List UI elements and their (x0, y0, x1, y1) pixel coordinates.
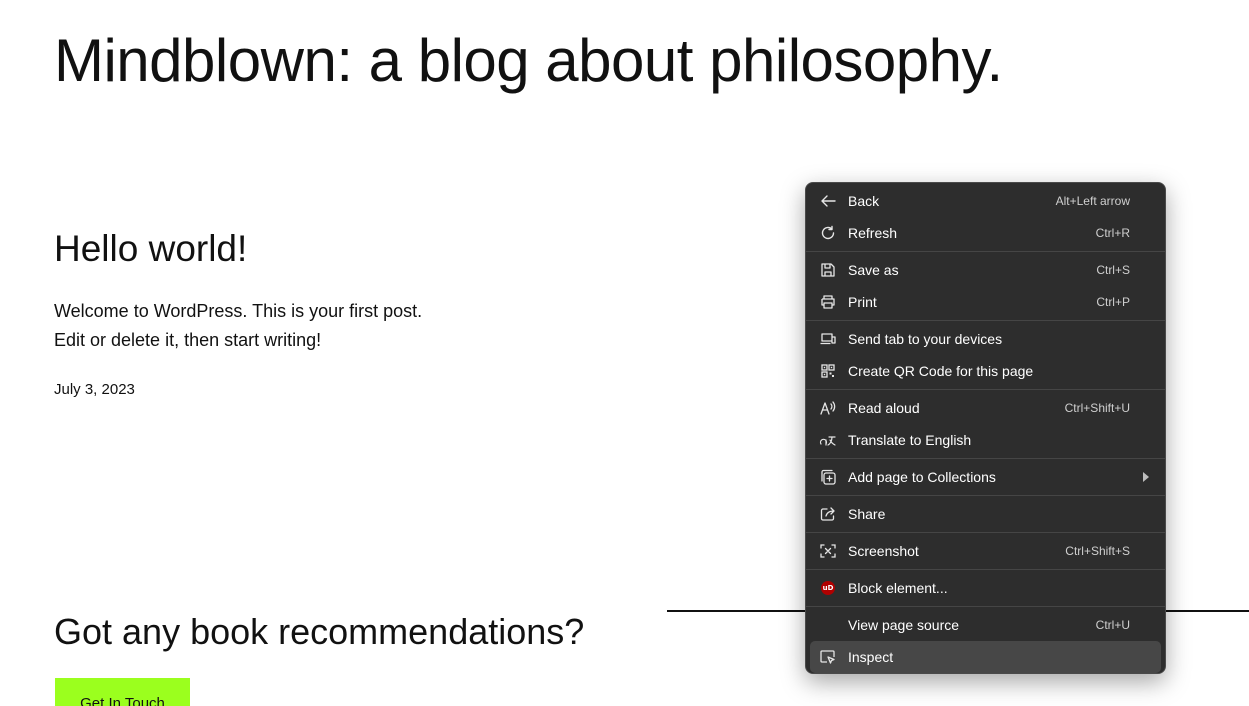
menu-divider (806, 569, 1165, 570)
menu-item-shortcut: Ctrl+Shift+U (1064, 401, 1130, 415)
menu-item-shortcut: Ctrl+U (1095, 618, 1130, 632)
menu-item-label: Read aloud (848, 400, 920, 416)
save-icon (819, 262, 837, 278)
ublock-icon: uD (819, 580, 837, 596)
menu-item-label: Translate to English (848, 432, 972, 448)
menu-item-read-aloud[interactable]: Read aloud Ctrl+Shift+U (810, 392, 1161, 424)
menu-item-save-as[interactable]: Save as Ctrl+S (810, 254, 1161, 286)
menu-item-view-source[interactable]: View page source Ctrl+U (810, 609, 1161, 641)
menu-divider (806, 458, 1165, 459)
cta-heading: Got any book recommendations? (54, 611, 585, 652)
menu-item-share[interactable]: Share (810, 498, 1161, 530)
menu-item-qr-code[interactable]: Create QR Code for this page (810, 355, 1161, 387)
screenshot-icon (819, 543, 837, 559)
menu-item-label: View page source (848, 617, 960, 633)
read-aloud-icon (819, 400, 837, 416)
menu-item-label: Share (848, 506, 886, 522)
menu-item-label: Print (848, 294, 877, 310)
inspect-icon (819, 649, 837, 665)
get-in-touch-button[interactable]: Get In Touch (55, 678, 190, 706)
menu-item-translate[interactable]: Translate to English (810, 424, 1161, 456)
menu-item-shortcut: Ctrl+R (1095, 226, 1130, 240)
menu-item-print[interactable]: Print Ctrl+P (810, 286, 1161, 318)
post-body-line: Edit or delete it, then start writing! (54, 330, 322, 350)
menu-item-send-tab[interactable]: Send tab to your devices (810, 323, 1161, 355)
collections-icon (819, 469, 837, 485)
browser-page: Mindblown: a blog about philosophy. Hell… (0, 0, 1249, 706)
menu-item-label: Create QR Code for this page (848, 363, 1034, 379)
share-icon (819, 506, 837, 522)
menu-divider (806, 251, 1165, 252)
menu-item-label: Refresh (848, 225, 898, 241)
menu-item-screenshot[interactable]: Screenshot Ctrl+Shift+S (810, 535, 1161, 567)
menu-item-collections[interactable]: Add page to Collections (810, 461, 1161, 493)
post-body: Welcome to WordPress. This is your first… (54, 297, 422, 355)
menu-item-label: Send tab to your devices (848, 331, 1003, 347)
post-body-line: Welcome to WordPress. This is your first… (54, 301, 423, 321)
context-menu: Back Alt+Left arrow Refresh Ctrl+R Save … (805, 182, 1166, 674)
arrow-left-icon (819, 193, 837, 209)
site-title[interactable]: Mindblown: a blog about philosophy. (54, 26, 1003, 95)
printer-icon (819, 294, 837, 310)
post-title[interactable]: Hello world! (54, 228, 247, 270)
ublock-logo-icon: uD (821, 581, 835, 595)
menu-divider (806, 495, 1165, 496)
menu-item-label: Back (848, 193, 880, 209)
menu-item-refresh[interactable]: Refresh Ctrl+R (810, 217, 1161, 249)
menu-divider (806, 532, 1165, 533)
refresh-icon (819, 225, 837, 241)
menu-item-shortcut: Ctrl+P (1096, 295, 1130, 309)
menu-item-label: Save as (848, 262, 899, 278)
post-date[interactable]: July 3, 2023 (54, 381, 135, 398)
menu-item-label: Inspect (848, 649, 894, 665)
menu-divider (806, 320, 1165, 321)
menu-item-shortcut: Ctrl+Shift+S (1065, 544, 1130, 558)
menu-item-shortcut: Alt+Left arrow (1055, 194, 1130, 208)
menu-divider (806, 606, 1165, 607)
menu-divider (806, 389, 1165, 390)
devices-icon (819, 331, 837, 347)
menu-item-block-element[interactable]: uD Block element... (810, 572, 1161, 604)
menu-item-shortcut: Ctrl+S (1096, 263, 1130, 277)
qr-code-icon (819, 363, 837, 379)
menu-item-back[interactable]: Back Alt+Left arrow (810, 185, 1161, 217)
submenu-arrow-icon (1143, 472, 1149, 482)
menu-item-label: Screenshot (848, 543, 919, 559)
menu-item-inspect[interactable]: Inspect (810, 641, 1161, 673)
menu-item-label: Block element... (848, 580, 948, 596)
menu-item-label: Add page to Collections (848, 469, 996, 485)
translate-icon (819, 432, 837, 448)
